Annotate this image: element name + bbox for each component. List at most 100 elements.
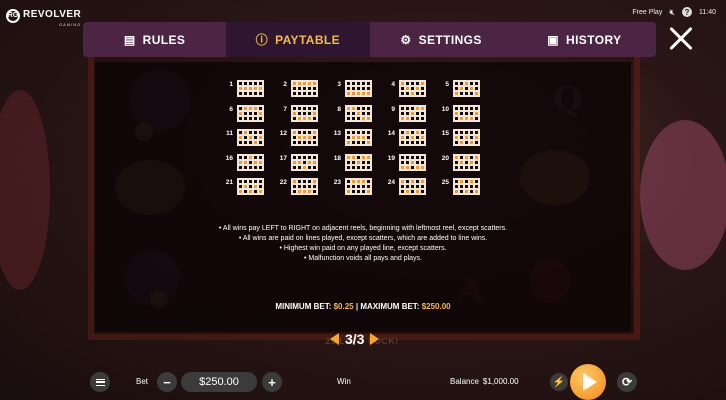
payline-cell-active <box>366 140 371 145</box>
rule-line: • All wins pay LEFT to RIGHT on adjacent… <box>218 225 508 232</box>
payline-cell-active <box>474 189 479 194</box>
tab-label: HISTORY <box>566 32 622 47</box>
increase-bet-button[interactable]: + <box>262 372 282 392</box>
payline-entry: 4 <box>380 80 434 105</box>
payline-number: 4 <box>391 81 395 88</box>
payline-cell-active <box>366 91 371 96</box>
paylines-grid: 1 2 3 4 5 6 7 8 9 10 11 12 13 14 15 16 17 18 19 20 21 22 23 24 2… <box>218 80 488 203</box>
help-icon[interactable]: ? <box>682 7 692 17</box>
payline-entry: 25 <box>434 178 488 203</box>
payline-cell <box>312 189 317 194</box>
payline-entry: 1 <box>218 80 272 105</box>
close-icon[interactable] <box>664 22 698 56</box>
payline-number: 8 <box>337 105 341 113</box>
rule-line: • Highest win paid on any played line, e… <box>279 245 447 252</box>
play-mode: Free Play <box>632 8 663 16</box>
payline-cell <box>366 164 371 170</box>
balance: Balance $1,000.00 <box>450 377 519 386</box>
payline-cell <box>420 91 425 96</box>
payline-number: 15 <box>441 130 449 137</box>
history-icon: ▣ <box>547 32 559 47</box>
payline-number: 14 <box>387 130 395 137</box>
brand-mark-icon: RG <box>6 8 20 23</box>
payline-pattern <box>237 129 264 146</box>
payline-entry: 5 <box>434 80 488 105</box>
payline-cell <box>474 140 479 145</box>
tab-settings[interactable]: ⚙ SETTINGS <box>370 22 513 57</box>
payline-cell <box>420 140 425 145</box>
payline-number: 2 <box>283 81 287 88</box>
document-icon: ▤ <box>123 32 136 47</box>
payline-entry: 10 <box>434 104 488 130</box>
payline-pattern <box>345 129 372 146</box>
payline-number: 6 <box>229 105 233 113</box>
bet-range: MINIMUM BET: $0.25 | MAXIMUM BET: $250.0… <box>95 302 631 311</box>
payline-pattern <box>399 178 426 195</box>
payline-number: 10 <box>441 105 449 113</box>
next-page-arrow-icon[interactable] <box>370 333 380 345</box>
prev-page-arrow-icon[interactable] <box>330 333 339 345</box>
payline-pattern <box>345 80 372 97</box>
payline-number: 25 <box>441 179 449 186</box>
brand-sub: GAMING <box>59 22 82 27</box>
pagoda <box>0 90 50 290</box>
payline-pattern <box>237 178 264 195</box>
payline-number: 12 <box>279 130 287 137</box>
payline-cell <box>258 140 263 145</box>
payline-entry: 23 <box>326 178 380 203</box>
payline-pattern <box>453 178 480 195</box>
payline-cell <box>312 91 317 96</box>
min-bet-label: MINIMUM BET: <box>275 302 332 311</box>
payline-number: 17 <box>279 154 287 162</box>
payline-cell <box>258 164 263 170</box>
payline-entry: 2 <box>272 80 326 105</box>
blossom-tree <box>640 120 726 270</box>
decrease-bet-button[interactable]: − <box>157 372 177 392</box>
min-bet-value: $0.25 <box>333 302 354 311</box>
rule-line: • All wins are paid on lines played, exc… <box>238 235 488 242</box>
bottom-bar: Bet − $250.00 + Win Balance $1,000.00 ⚡ ⟳ <box>0 362 726 400</box>
payline-cell <box>474 164 479 170</box>
payline-entry: 14 <box>380 129 434 154</box>
payline-entry: 24 <box>380 178 434 203</box>
payline-entry: 16 <box>218 153 272 179</box>
turbo-button[interactable]: ⚡ <box>550 373 568 391</box>
rule-line: • Malfunction voids all pays and plays. <box>303 255 422 262</box>
bet-value: $250.00 <box>181 372 257 392</box>
payline-pattern <box>453 80 480 97</box>
payline-cell <box>312 164 317 170</box>
menu-button[interactable] <box>90 372 110 392</box>
payline-number: 21 <box>225 179 233 186</box>
win-label: Win <box>337 377 351 386</box>
payline-pattern <box>399 153 426 171</box>
payline-entry: 8 <box>326 104 380 130</box>
payline-pattern <box>453 129 480 146</box>
payline-entry: 20 <box>434 153 488 179</box>
payline-number: 13 <box>333 130 341 137</box>
payline-number: 23 <box>333 179 341 186</box>
payline-entry: 7 <box>272 104 326 130</box>
payline-cell <box>420 115 425 121</box>
payline-pattern <box>453 104 480 122</box>
tab-rules[interactable]: ▤ RULES <box>83 22 226 57</box>
speaker-muted-icon[interactable]: 🔇︎ <box>669 7 675 17</box>
tab-paytable[interactable]: ⓘ PAYTABLE <box>226 22 370 57</box>
payline-pattern <box>345 178 372 195</box>
payline-cell <box>474 115 479 121</box>
payline-cell <box>420 189 425 194</box>
payline-number: 18 <box>333 154 341 162</box>
payline-number: 19 <box>387 154 395 162</box>
menu-tabs: ▤ RULES ⓘ PAYTABLE ⚙ SETTINGS ▣ HISTORY <box>83 22 656 57</box>
payline-entry: 22 <box>272 178 326 203</box>
payline-entry: 18 <box>326 153 380 179</box>
autoplay-button[interactable]: ⟳ <box>617 372 637 392</box>
tab-history[interactable]: ▣ HISTORY <box>513 22 656 57</box>
payline-entry: 19 <box>380 153 434 179</box>
bet-range-separator: | <box>355 302 359 311</box>
payline-number: 1 <box>229 81 233 88</box>
max-bet-value: $250.00 <box>421 302 451 311</box>
payline-entry: 11 <box>218 129 272 154</box>
payline-entry: 17 <box>272 153 326 179</box>
spin-button[interactable] <box>570 364 606 400</box>
payline-pattern <box>291 153 318 171</box>
